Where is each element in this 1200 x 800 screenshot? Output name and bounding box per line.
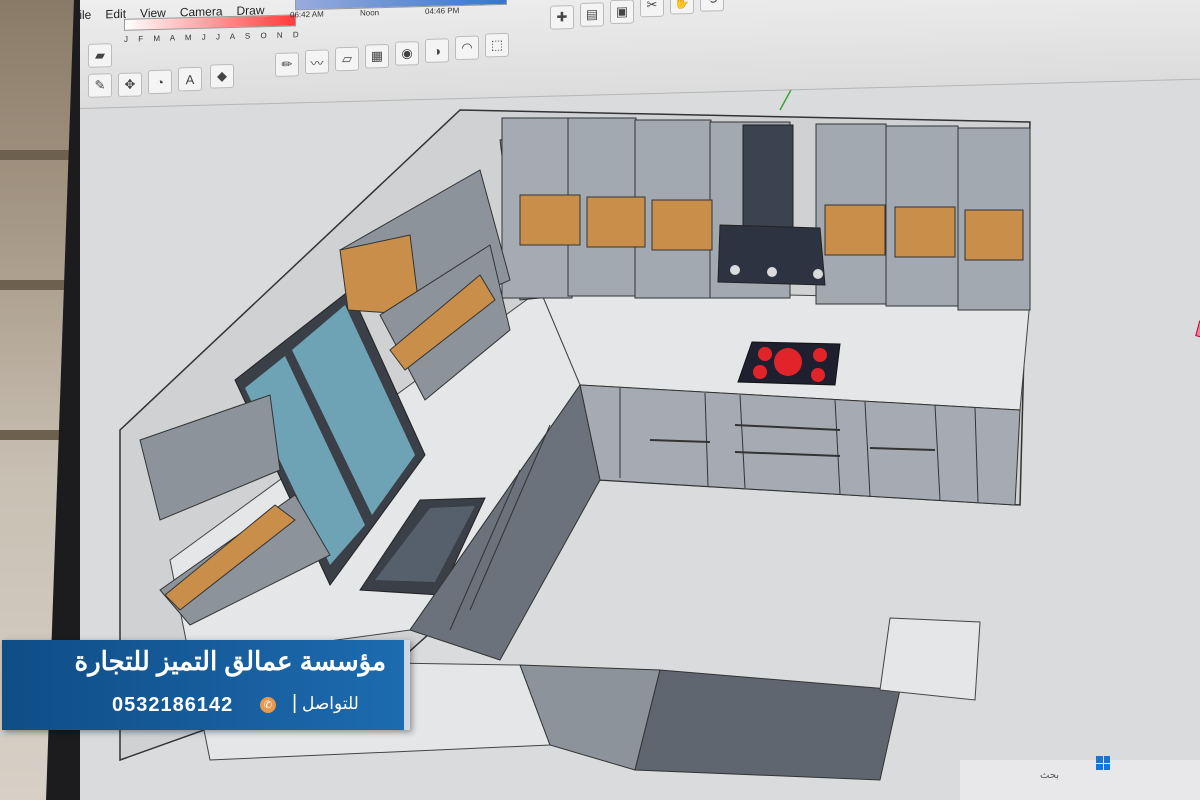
phone-number: 0532186142: [112, 694, 234, 716]
circle-icon[interactable]: ◉: [395, 41, 419, 66]
paint-icon[interactable]: ✎: [88, 73, 112, 98]
shadow-time-end: 04:46 PM: [425, 6, 460, 16]
folder-icon[interactable]: ▤: [580, 2, 604, 27]
phone-icon: ✆: [260, 697, 276, 713]
arc-icon[interactable]: ◑: [425, 38, 449, 63]
taskbar: [960, 760, 1200, 800]
eraser-icon[interactable]: ▰: [88, 43, 112, 68]
shadow-time-mid: Noon: [360, 8, 380, 18]
shadow-months-label: J F M A M J J A S O N D: [124, 30, 303, 44]
shadow-time-slider[interactable]: [295, 0, 507, 11]
company-name: مؤسسة عمالق التميز للتجارة: [74, 646, 387, 676]
push-pull-icon[interactable]: ▦: [365, 43, 389, 69]
copy-icon[interactable]: ✚: [550, 5, 574, 30]
menu-edit[interactable]: Edit: [105, 7, 126, 22]
move-icon[interactable]: ✥: [118, 72, 142, 98]
rotate-icon[interactable]: ⟲: [700, 0, 724, 12]
text-icon[interactable]: A: [178, 66, 202, 92]
tape-icon[interactable]: ◔: [148, 69, 172, 95]
company-banner: مؤسسة عمالق التميز للتجارة 0532186142 ✆ …: [2, 640, 410, 730]
freehand-icon[interactable]: 〰: [305, 49, 329, 75]
pencil-icon[interactable]: ✏: [275, 52, 299, 77]
shadow-time-start: 06:42 AM: [290, 9, 324, 20]
windows-start-icon[interactable]: [1096, 756, 1110, 770]
pan-icon[interactable]: ✋: [670, 0, 694, 15]
scissors-icon[interactable]: ✂: [640, 0, 664, 18]
rectangle-icon[interactable]: ▱: [335, 46, 359, 72]
save-icon[interactable]: ▣: [610, 0, 634, 25]
orbit-icon[interactable]: ◆: [210, 63, 234, 89]
scale-icon[interactable]: ⬚: [485, 32, 509, 58]
pie-icon[interactable]: ◠: [455, 35, 479, 61]
photo-frame: File Edit View Camera Draw J F M A M J J…: [0, 0, 1200, 800]
cooktop: [737, 341, 841, 386]
contact-label: للتواصل: [302, 694, 359, 713]
banner-separator: |: [292, 692, 298, 714]
menu-file[interactable]: File: [80, 8, 91, 23]
taskbar-search[interactable]: بحث: [1040, 770, 1059, 781]
